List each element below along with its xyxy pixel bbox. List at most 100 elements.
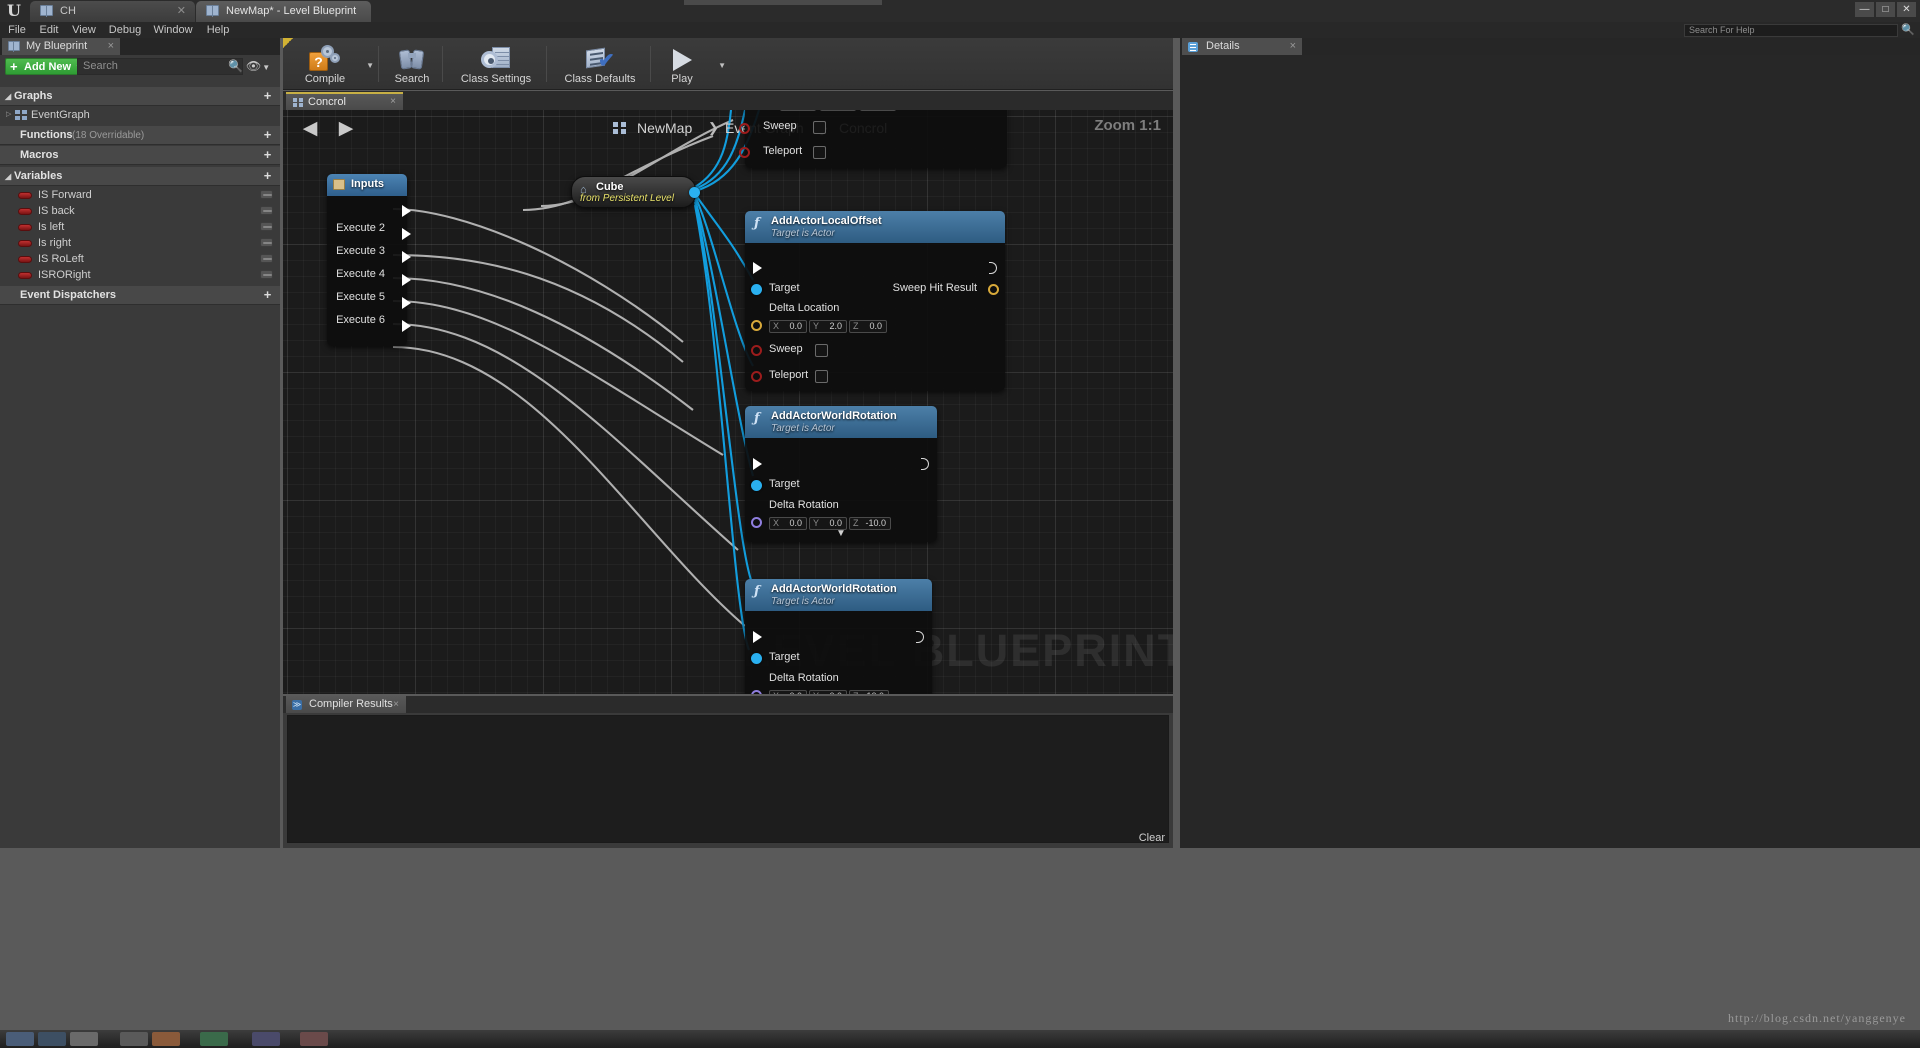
pin-target[interactable] [751,480,762,491]
pin-delta-location[interactable] [751,320,762,331]
tab-details[interactable]: Details × [1182,38,1302,55]
right-splitter[interactable] [1173,38,1180,848]
menu-window[interactable]: Window [150,22,196,38]
window-tab-ch[interactable]: CH ✕ [30,1,195,22]
add-function-button[interactable]: + [261,128,274,142]
close-icon[interactable]: × [393,696,399,713]
taskbar-item-3[interactable] [70,1032,98,1046]
taskbar-item-5[interactable] [152,1032,180,1046]
delta-location-z-field[interactable]: Z 0.0 [849,320,887,333]
menu-file[interactable]: File [6,22,28,38]
pin-exec-out[interactable] [916,631,924,643]
pin-exec-in[interactable] [753,458,762,470]
graph-item-eventgraph[interactable]: ▷ EventGraph [0,107,280,123]
pin-delta-rotation[interactable] [751,690,762,694]
node-collapse-arrow-icon[interactable]: ▼ [836,528,846,539]
variable-row[interactable]: IS RoLeft [0,251,280,267]
pin-exec-out-5[interactable] [402,297,411,309]
pin-delta-rotation[interactable] [751,517,762,528]
breadcrumb-newmap[interactable]: NewMap [637,117,692,139]
pin-target[interactable] [751,653,762,664]
class-defaults-button[interactable]: ✔ Class Defaults [549,40,651,88]
variable-row[interactable]: Is left [0,219,280,235]
node-function-partial-top[interactable]: X0.0 Y2.0 Z0.0 Sweep Teleport [739,110,1007,168]
nav-forward-button[interactable]: ▶ [335,118,357,140]
pin-exec-out-6[interactable] [402,320,411,332]
taskbar-item-8[interactable] [300,1032,328,1046]
delta-rotation-y-field[interactable]: Y 0.0 [809,690,847,694]
variable-visibility-icon[interactable] [260,190,273,199]
class-settings-button[interactable]: Class Settings [445,40,547,88]
teleport-checkbox[interactable] [813,146,826,159]
add-event-dispatcher-button[interactable]: + [261,288,274,302]
variable-visibility-icon[interactable] [260,238,273,247]
vector-z-field[interactable]: Z0.0 [860,110,896,111]
pin-exec-out-2[interactable] [402,228,411,240]
pin-sweep[interactable] [739,123,750,134]
pin-teleport[interactable] [751,371,762,382]
section-event-dispatchers[interactable]: Event Dispatchers + [0,286,280,305]
vector-x-field[interactable]: X0.0 [780,110,816,111]
node-add-actor-world-rotation-2[interactable]: ƒ AddActorWorldRotation Target is Actor … [745,579,932,694]
pin-exec-out[interactable] [989,262,997,274]
sweep-checkbox[interactable] [815,344,828,357]
teleport-checkbox[interactable] [815,370,828,383]
clear-button[interactable]: Clear [1139,832,1165,844]
menu-view[interactable]: View [70,22,98,38]
maximize-button[interactable]: □ [1876,2,1895,17]
delta-rotation-x-field[interactable]: X 0.0 [769,690,807,694]
delta-rotation-x-field[interactable]: X 0.0 [769,517,807,530]
pin-teleport[interactable] [739,147,750,158]
tab-compiler-results[interactable]: ≫ Compiler Results × [286,696,406,713]
search-button[interactable]: Search [381,40,443,88]
pin-exec-out[interactable] [921,458,929,470]
add-new-button[interactable]: + Add New ▼ [5,58,89,75]
compile-button[interactable]: ? Compile [291,40,359,88]
delta-rotation-z-field[interactable]: Z -10.0 [849,517,891,530]
variable-row[interactable]: IS Forward [0,187,280,203]
menu-debug[interactable]: Debug [106,22,144,38]
section-graphs[interactable]: ◢ Graphs + [0,87,280,106]
tab-concrol[interactable]: Concrol × [286,92,403,110]
pin-exec-out-3[interactable] [402,251,411,263]
node-add-actor-local-offset[interactable]: ƒ AddActorLocalOffset Target is Actor Ta… [745,211,1005,391]
section-functions[interactable]: Functions (18 Overridable) + [0,126,280,145]
section-variables[interactable]: ◢ Variables + [0,167,280,186]
variable-visibility-icon[interactable] [260,270,273,279]
window-tab-newmap[interactable]: NewMap* - Level Blueprint [196,1,371,22]
sweep-checkbox[interactable] [813,121,826,134]
taskbar-item-6[interactable] [200,1032,228,1046]
pin-exec-out-1[interactable] [402,205,411,217]
close-icon[interactable]: ✕ [177,1,186,22]
pin-exec-in[interactable] [753,262,762,274]
add-variable-button[interactable]: + [261,169,274,183]
node-add-actor-world-rotation-1[interactable]: ƒ AddActorWorldRotation Target is Actor … [745,406,937,542]
taskbar-item-2[interactable] [38,1032,66,1046]
delta-location-y-field[interactable]: Y 2.0 [809,320,847,333]
pin-target[interactable] [751,284,762,295]
menu-edit[interactable]: Edit [36,22,62,38]
tab-my-blueprint[interactable]: My Blueprint × [2,38,120,55]
taskbar-item-7[interactable] [252,1032,280,1046]
close-icon[interactable]: × [1290,38,1296,55]
nav-back-button[interactable]: ◀ [299,118,321,140]
pin-exec-in[interactable] [753,631,762,643]
vector-y-field[interactable]: Y2.0 [820,110,856,111]
node-cube-actor-ref[interactable]: ⌂ Cube from Persistent Level [571,176,700,208]
variable-row[interactable]: Is right [0,235,280,251]
variable-visibility-icon[interactable] [260,222,273,231]
my-blueprint-search-input[interactable]: Search [77,58,243,75]
taskbar-item-1[interactable] [6,1032,34,1046]
help-search-input[interactable]: Search For Help [1684,24,1898,37]
node-inputs[interactable]: Inputs Execute 2 Execute 3 Execute 4 Exe… [327,174,411,346]
minimize-button[interactable]: — [1855,2,1874,17]
delta-rotation-z-field[interactable]: Z 10.0 [849,690,889,694]
variable-visibility-icon[interactable] [260,206,273,215]
visibility-eye-icon[interactable]: 👁▼ [246,59,270,73]
pin-sweep-hit-result[interactable] [988,284,999,295]
play-dropdown-button[interactable]: ▼ [711,40,731,88]
close-icon[interactable]: × [108,38,114,55]
compile-dropdown-button[interactable]: ▼ [359,40,379,88]
add-macro-button[interactable]: + [261,148,274,162]
pin-cube-object-out[interactable] [689,187,700,198]
